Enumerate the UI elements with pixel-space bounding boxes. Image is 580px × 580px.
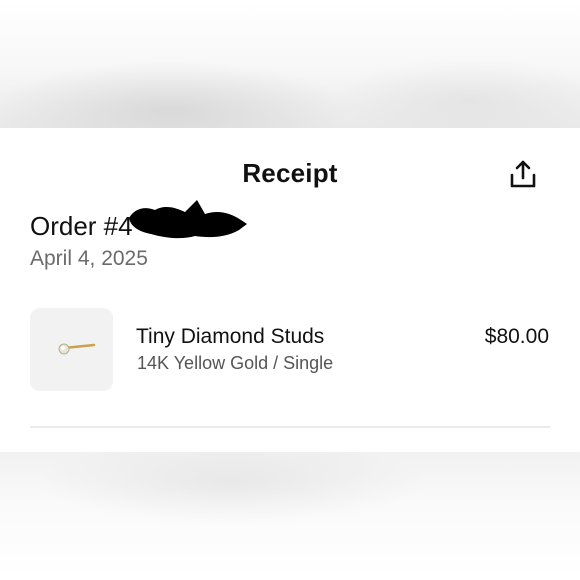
- product-name[interactable]: Tiny Diamond Studs: [136, 325, 324, 349]
- divider: [30, 426, 550, 428]
- product-image[interactable]: [30, 308, 113, 391]
- blurred-background-bottom: [0, 452, 580, 580]
- order-date: April 4, 2025: [30, 247, 148, 270]
- receipt-sheet: Receipt Order #4 April 4, 2025 Tiny Diam…: [0, 128, 580, 452]
- order-number: Order #4: [30, 211, 133, 241]
- share-icon: [510, 160, 536, 188]
- earring-stud-icon: [58, 343, 96, 355]
- receipt-screen: Receipt Order #4 April 4, 2025 Tiny Diam…: [0, 0, 580, 580]
- blurred-background-top: [0, 0, 580, 128]
- redaction-scribble: [129, 200, 247, 239]
- page-title: Receipt: [242, 158, 338, 188]
- product-variant: 14K Yellow Gold / Single: [137, 353, 334, 373]
- share-button[interactable]: [506, 158, 540, 192]
- product-price: $80.00: [484, 325, 549, 348]
